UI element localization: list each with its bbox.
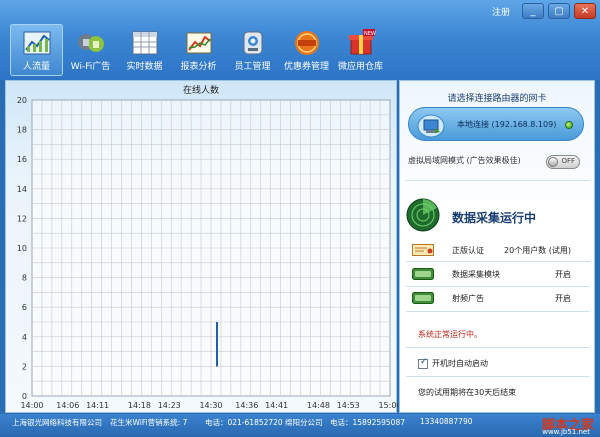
divider	[406, 376, 590, 377]
y-tick-label: 14	[17, 185, 27, 194]
row-label: 射频广告	[452, 294, 484, 303]
x-tick-label: 14:53	[337, 401, 360, 410]
tab-label: 优惠券管理	[283, 62, 329, 72]
virtual-mode-label: 虚拟局域网模式 (广告效果极佳)	[408, 156, 521, 165]
network-card-icon	[417, 114, 445, 138]
tab-employee[interactable]: 员工管理	[226, 24, 279, 76]
rf-ad-row: 射频广告 开启	[400, 290, 596, 306]
x-tick-label: 14:18	[128, 401, 151, 410]
autostart-checkbox[interactable]	[418, 357, 428, 369]
y-tick-label: 6	[22, 303, 27, 312]
autostart-option[interactable]: 开机时自动启动	[418, 357, 488, 369]
maximize-button[interactable]: ▢	[548, 3, 570, 19]
row-value: 20个用户数 (试用)	[504, 246, 571, 255]
tab-report[interactable]: 报表分析	[172, 24, 225, 76]
select-nic-label: 请选择连接路由器的网卡	[447, 94, 547, 104]
crowd-chart-icon	[23, 31, 51, 55]
company-phone: 电话：021-61852720	[205, 418, 283, 427]
collection-status-title: 数据采集运行中	[452, 211, 537, 225]
right-panel: 请选择连接路由器的网卡 本地连接 (192.168.8.109) 虚拟局域网模式…	[399, 80, 595, 413]
register-link[interactable]: 注册	[492, 5, 510, 18]
minimize-button[interactable]: _	[522, 3, 544, 19]
license-row: 正版认证 20个用户数 (试用)	[400, 242, 596, 258]
certificate-icon	[412, 244, 434, 256]
online-users-chart: 0 2 4 6 8 10 12 14 16 18 20 14:00 14:06 14:11 14:18 14:…	[17, 96, 398, 410]
divider	[406, 347, 590, 348]
divider	[406, 311, 590, 312]
tab-label: 员工管理	[234, 62, 271, 72]
y-tick-label: 18	[17, 126, 27, 135]
row-label: 数据采集模块	[452, 270, 500, 279]
radar-icon	[406, 198, 440, 232]
tab-label: Wi-Fi广告	[70, 62, 111, 72]
collection-module-row: 数据采集模块 开启	[400, 266, 596, 282]
main-tabs: 人流量 Wi-Fi广告 实时数据 报表分析 员工管理 优惠券管理 NEW 微应用…	[10, 24, 388, 76]
divider	[406, 261, 590, 262]
row-value: 开启	[555, 294, 571, 303]
branch-name: 绵阳分公司	[285, 418, 323, 427]
mobile-number: 13340887790	[420, 417, 473, 426]
x-tick-label: 14:41	[265, 401, 288, 410]
divider	[406, 180, 590, 181]
y-tick-label: 8	[22, 274, 27, 283]
y-tick-label: 10	[17, 244, 27, 253]
tab-traffic[interactable]: 人流量	[10, 24, 63, 76]
trial-notice: 您的试用期将在30天后结束	[418, 388, 517, 397]
divider	[406, 286, 590, 287]
row-value: 开启	[555, 270, 571, 279]
y-tick-label: 16	[17, 155, 27, 164]
y-tick-label: 4	[22, 333, 27, 342]
y-tick-label: 0	[22, 392, 27, 401]
toggle-text: OFF	[561, 157, 575, 165]
window-controls: 注册 _ ▢ ✕	[492, 3, 596, 19]
product-name: 花生米WiFi营销系统: 7	[110, 418, 188, 427]
x-tick-label: 14:36	[235, 401, 258, 410]
status-bar: 上海银光网络科技有限公司 花生米WiFi营销系统: 7 电话：021-61852…	[0, 414, 600, 437]
x-tick-label: 14:00	[20, 401, 43, 410]
svg-text:NEW: NEW	[364, 31, 376, 37]
coupon-icon	[295, 31, 319, 55]
x-tick-label: 14:30	[199, 401, 222, 410]
wifi-ad-icon	[78, 34, 104, 52]
x-tick-label: 14:48	[307, 401, 330, 410]
row-label: 正版认证	[452, 246, 484, 255]
x-tick-label: 14:06	[56, 401, 79, 410]
tab-coupon[interactable]: 优惠券管理	[280, 24, 333, 76]
realtime-table-icon	[132, 31, 158, 55]
autostart-label: 开机时自动启动	[432, 359, 488, 368]
tab-app-store[interactable]: NEW 微应用仓库	[334, 24, 387, 76]
nic-selector[interactable]: 本地连接 (192.168.8.109)	[408, 107, 584, 141]
y-tick-label: 2	[22, 362, 27, 371]
module-badge-icon	[412, 292, 434, 304]
x-tick-label: 14:23	[158, 401, 181, 410]
close-button[interactable]: ✕	[574, 3, 596, 19]
employee-icon	[243, 31, 263, 55]
app-store-icon: NEW	[349, 29, 376, 55]
tab-label: 微应用仓库	[337, 62, 383, 72]
toggle-knob	[548, 157, 558, 167]
system-status-text: 系统正常运行中。	[418, 330, 482, 339]
top-toolbar: 注册 _ ▢ ✕ 人流量 Wi-Fi广告 实时数据 报表分析 员工管理 优惠券管…	[0, 0, 600, 80]
x-tick-label: 14:11	[86, 401, 109, 410]
tab-label: 报表分析	[180, 62, 217, 72]
report-chart-icon	[186, 32, 212, 54]
status-dot-icon	[565, 121, 573, 129]
nic-label: 本地连接 (192.168.8.109)	[457, 120, 557, 129]
tab-realtime[interactable]: 实时数据	[118, 24, 171, 76]
module-badge-icon	[412, 268, 434, 280]
virtual-mode-toggle[interactable]: OFF	[546, 155, 580, 169]
tab-label: 实时数据	[126, 62, 163, 72]
branch-phone: 电话：15892595087	[330, 418, 405, 427]
watermark-url: www.jb51.net	[542, 428, 590, 436]
y-tick-label: 12	[17, 214, 27, 223]
tab-label: 人流量	[22, 62, 50, 72]
tab-wifi-ad[interactable]: Wi-Fi广告	[64, 24, 117, 76]
x-tick-label: 15:00	[378, 401, 398, 410]
y-tick-label: 20	[17, 96, 27, 105]
chart-panel: 在线人数 0 2 4 6 8 10 12 14 16 18 20 14:00 14:06 14:11 14:…	[5, 80, 398, 413]
company-name: 上海银光网络科技有限公司	[12, 418, 102, 427]
